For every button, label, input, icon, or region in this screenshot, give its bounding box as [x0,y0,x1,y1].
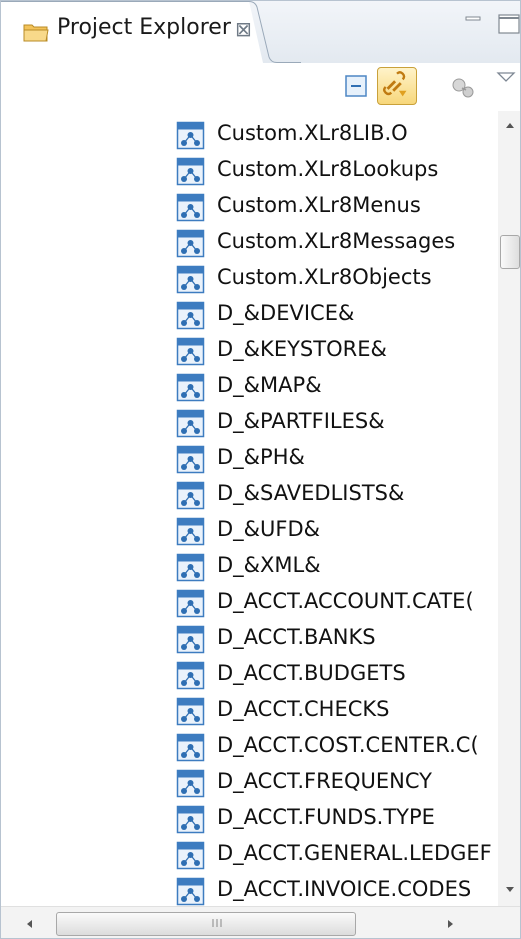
tree-item[interactable]: D_ACCT.BUDGETS [1,657,498,693]
tree-item[interactable]: D_&UFD& [1,513,498,549]
table-icon [176,877,205,906]
table-icon [176,553,205,582]
tree-item[interactable]: D_ACCT.FREQUENCY [1,765,498,801]
view-menu-icon[interactable] [495,69,517,85]
grip-icon [212,919,222,927]
tree-item-label: Custom.XLr8Messages [217,229,456,253]
tree-item[interactable]: D_ACCT.BANKS [1,621,498,657]
table-icon [176,661,205,690]
table-icon [176,301,205,330]
tree-item-label: D_ACCT.ACCOUNT.CATE( [217,589,474,613]
table-icon [176,805,205,834]
link-with-editor-button[interactable] [377,67,417,105]
tree-item-label: D_&MAP& [217,373,322,397]
table-icon [176,769,205,798]
table-icon [176,229,205,258]
tree-item[interactable]: Custom.XLr8Objects [1,261,498,297]
maximize-icon[interactable] [495,13,521,37]
project-explorer-view: Project Explorer ⊠ Custom.XLr8LIB.O Cust… [0,0,521,939]
tree-item[interactable]: D_&DEVICE& [1,297,498,333]
vertical-scrollbar[interactable] [498,111,520,906]
table-icon [176,445,205,474]
scroll-left-icon[interactable] [25,919,33,929]
tree-item-label: D_ACCT.GENERAL.LEDGEF [217,841,492,865]
tree-item[interactable]: D_&PH& [1,441,498,477]
tree-item-label: D_&DEVICE& [217,301,355,325]
project-tree: Custom.XLr8LIB.O Custom.XLr8Lookups Custom… [1,111,498,906]
tree-item[interactable]: Custom.XLr8Menus [1,189,498,225]
table-icon [176,517,205,546]
table-icon [176,733,205,762]
tree-item-label: D_&PARTFILES& [217,409,385,433]
view-toolbar [1,63,520,111]
scroll-down-icon[interactable] [505,886,515,894]
tree-item-label: D_&KEYSTORE& [217,337,387,361]
tree-item[interactable]: Custom.XLr8Messages [1,225,498,261]
tree-item-label: Custom.XLr8Menus [217,193,421,217]
tree-item[interactable]: D_&SAVEDLISTS& [1,477,498,513]
tree-item[interactable]: Custom.XLr8Lookups [1,153,498,189]
tree-item-label: D_&PH& [217,445,305,469]
horizontal-scroll-thumb[interactable] [56,912,356,936]
tree-item-label: D_ACCT.FUNDS.TYPE [217,805,435,829]
collapse-all-icon[interactable] [341,71,371,101]
scroll-right-icon[interactable] [447,919,455,929]
tree-item[interactable]: D_ACCT.CHECKS [1,693,498,729]
table-icon [176,373,205,402]
tree-item[interactable]: D_ACCT.FUNDS.TYPE [1,801,498,837]
tree-item-label: D_ACCT.CHECKS [217,697,390,721]
table-icon [176,337,205,366]
tree-item-label: D_ACCT.INVOICE.CODES [217,877,472,901]
tree-item-label: D_ACCT.FREQUENCY [217,769,432,793]
table-icon [176,841,205,870]
tree-item[interactable]: D_ACCT.ACCOUNT.CATE( [1,585,498,621]
table-icon [176,265,205,294]
table-icon [176,589,205,618]
tree-item[interactable]: Custom.XLr8LIB.O [1,117,498,153]
minimize-icon[interactable] [463,13,485,37]
tree-item[interactable]: D_ACCT.INVOICE.CODES [1,873,498,906]
table-icon [176,157,205,186]
tree-item[interactable]: D_ACCT.COST.CENTER.C( [1,729,498,765]
tree-item-label: Custom.XLr8Lookups [217,157,439,181]
folder-icon [23,24,49,42]
table-icon [176,409,205,438]
tree-item-label: D_ACCT.BANKS [217,625,376,649]
tree-item-label: D_&SAVEDLISTS& [217,481,405,505]
tree-item[interactable]: D_ACCT.GENERAL.LEDGEF [1,837,498,873]
tree-item-label: Custom.XLr8LIB.O [217,121,408,145]
tree-item[interactable]: D_&PARTFILES& [1,405,498,441]
table-icon [176,625,205,654]
tree-item-label: D_&XML& [217,553,321,577]
tree-item-label: D_ACCT.BUDGETS [217,661,406,685]
close-icon[interactable]: ⊠ [235,17,252,41]
link-with-editor-icon [383,71,407,97]
tab-title: Project Explorer [57,15,231,40]
tree-item[interactable]: D_&MAP& [1,369,498,405]
tree-item[interactable]: D_&XML& [1,549,498,585]
vertical-scroll-thumb[interactable] [500,235,520,269]
tree-item-label: Custom.XLr8Objects [217,265,432,289]
scroll-up-icon[interactable] [505,121,515,129]
table-icon [176,121,205,150]
horizontal-scrollbar[interactable] [1,906,520,938]
table-icon [176,697,205,726]
tree-item[interactable]: D_&KEYSTORE& [1,333,498,369]
table-icon [176,481,205,510]
table-icon [176,193,205,222]
view-tab-bar: Project Explorer ⊠ [1,1,521,63]
tree-item-label: D_ACCT.COST.CENTER.C( [217,733,479,757]
focus-icon[interactable] [449,75,477,101]
tree-item-label: D_&UFD& [217,517,321,541]
